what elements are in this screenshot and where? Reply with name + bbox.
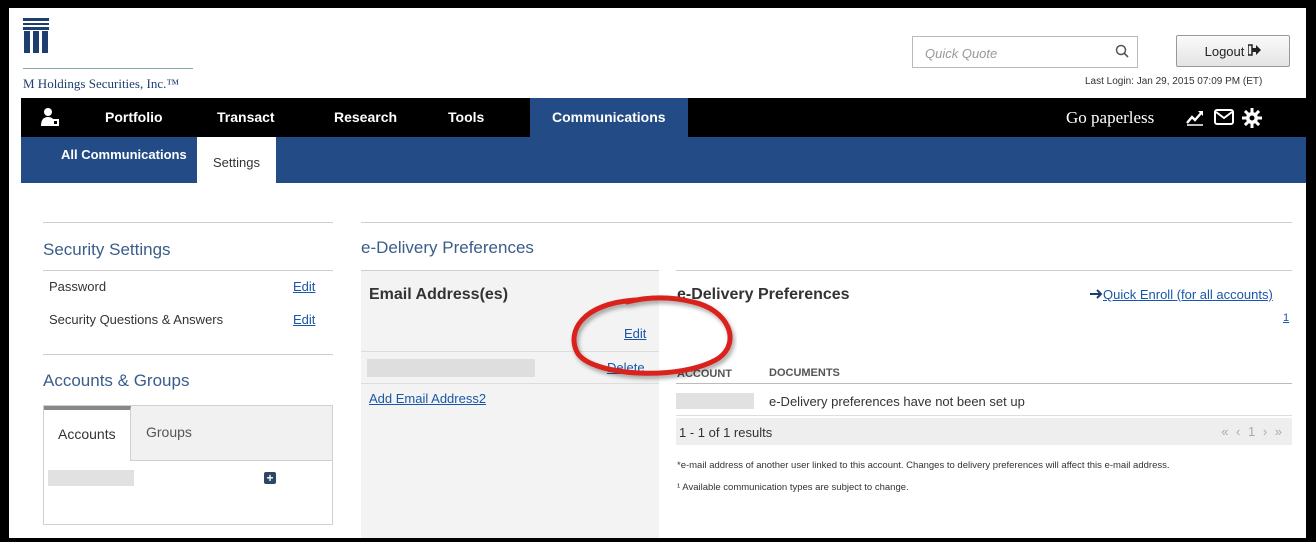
user-profile-icon[interactable]: [41, 107, 59, 132]
edelivery-status-message: e-Delivery preferences have not been set…: [769, 394, 1025, 409]
subnav-settings[interactable]: Settings: [197, 137, 276, 183]
divider: [676, 270, 1292, 271]
main-nav: Portfolio Transact Research Tools Commun…: [21, 98, 1306, 137]
nav-portfolio[interactable]: Portfolio: [105, 98, 163, 137]
divider: [43, 270, 333, 271]
divider: [676, 415, 1292, 416]
nav-research[interactable]: Research: [334, 98, 397, 137]
nav-tools[interactable]: Tools: [448, 98, 484, 137]
gear-icon[interactable]: [1242, 108, 1262, 133]
divider: [43, 354, 333, 355]
accounts-groups-title: Accounts & Groups: [43, 371, 190, 390]
sub-nav: All Communications Settings: [21, 137, 1306, 183]
logout-label: Logout: [1204, 43, 1245, 59]
pagination-controls[interactable]: « ‹ 1 › »: [1221, 424, 1284, 439]
security-questions-label: Security Questions & Answers: [49, 312, 224, 327]
results-count: 1 - 1 of 1 results: [679, 425, 773, 440]
divider: [361, 270, 659, 271]
edelivery-section-title: e-Delivery Preferences: [361, 238, 534, 257]
password-edit-link[interactable]: Edit: [293, 279, 315, 294]
add-email-link[interactable]: Add Email Address2: [369, 391, 486, 406]
quick-quote-search[interactable]: [912, 36, 1138, 68]
company-name: M Holdings Securities, Inc.™: [23, 76, 180, 91]
footnote-link[interactable]: 1: [1283, 312, 1289, 324]
logo-rule: [23, 68, 193, 69]
quick-quote-input[interactable]: [923, 38, 1107, 68]
go-paperless-link[interactable]: Go paperless: [1066, 98, 1154, 137]
nav-communications[interactable]: Communications: [530, 98, 688, 137]
logout-icon: [1247, 43, 1262, 59]
redacted-account[interactable]: [48, 470, 134, 486]
chart-trend-icon[interactable]: [1186, 108, 1204, 131]
footnote-communication-types: ¹ Available communication types are subj…: [677, 482, 909, 493]
divider: [361, 222, 1292, 223]
company-logo-icon[interactable]: [23, 18, 49, 61]
divider: [676, 383, 1292, 384]
mail-icon[interactable]: [1214, 108, 1234, 131]
col-documents: DOCUMENTS: [769, 367, 840, 379]
arrow-right-icon: [1090, 287, 1103, 302]
divider: [43, 222, 333, 223]
last-login: Last Login: Jan 29, 2015 07:09 PM (ET): [1085, 76, 1263, 87]
password-label: Password: [49, 279, 107, 294]
subnav-all-communications[interactable]: All Communications: [61, 137, 187, 183]
tab-groups[interactable]: Groups: [146, 406, 192, 461]
accounts-groups-panel: Accounts Groups +: [43, 405, 333, 525]
redacted-email: [367, 359, 535, 377]
page-frame: M Holdings Securities, Inc.™ Logout Last…: [9, 8, 1306, 538]
logout-button[interactable]: Logout: [1176, 35, 1290, 67]
quick-enroll-link[interactable]: Quick Enroll (for all accounts): [1103, 287, 1273, 302]
tab-accounts[interactable]: Accounts: [44, 406, 131, 461]
search-icon[interactable]: [1115, 44, 1129, 63]
security-questions-edit-link[interactable]: Edit: [293, 312, 315, 327]
nav-transact[interactable]: Transact: [217, 98, 275, 137]
pagination-bar: 1 - 1 of 1 results « ‹ 1 › »: [676, 418, 1292, 445]
quick-enroll[interactable]: Quick Enroll (for all accounts): [1090, 287, 1273, 302]
footnote-linked-email: *e-mail address of another user linked t…: [677, 460, 1170, 471]
add-plus-icon[interactable]: +: [264, 472, 276, 484]
redacted-account-number: [676, 393, 754, 409]
email-addresses-title: Email Address(es): [369, 286, 509, 303]
annotation-ellipse: [571, 295, 733, 376]
security-settings-title: Security Settings: [43, 240, 171, 259]
